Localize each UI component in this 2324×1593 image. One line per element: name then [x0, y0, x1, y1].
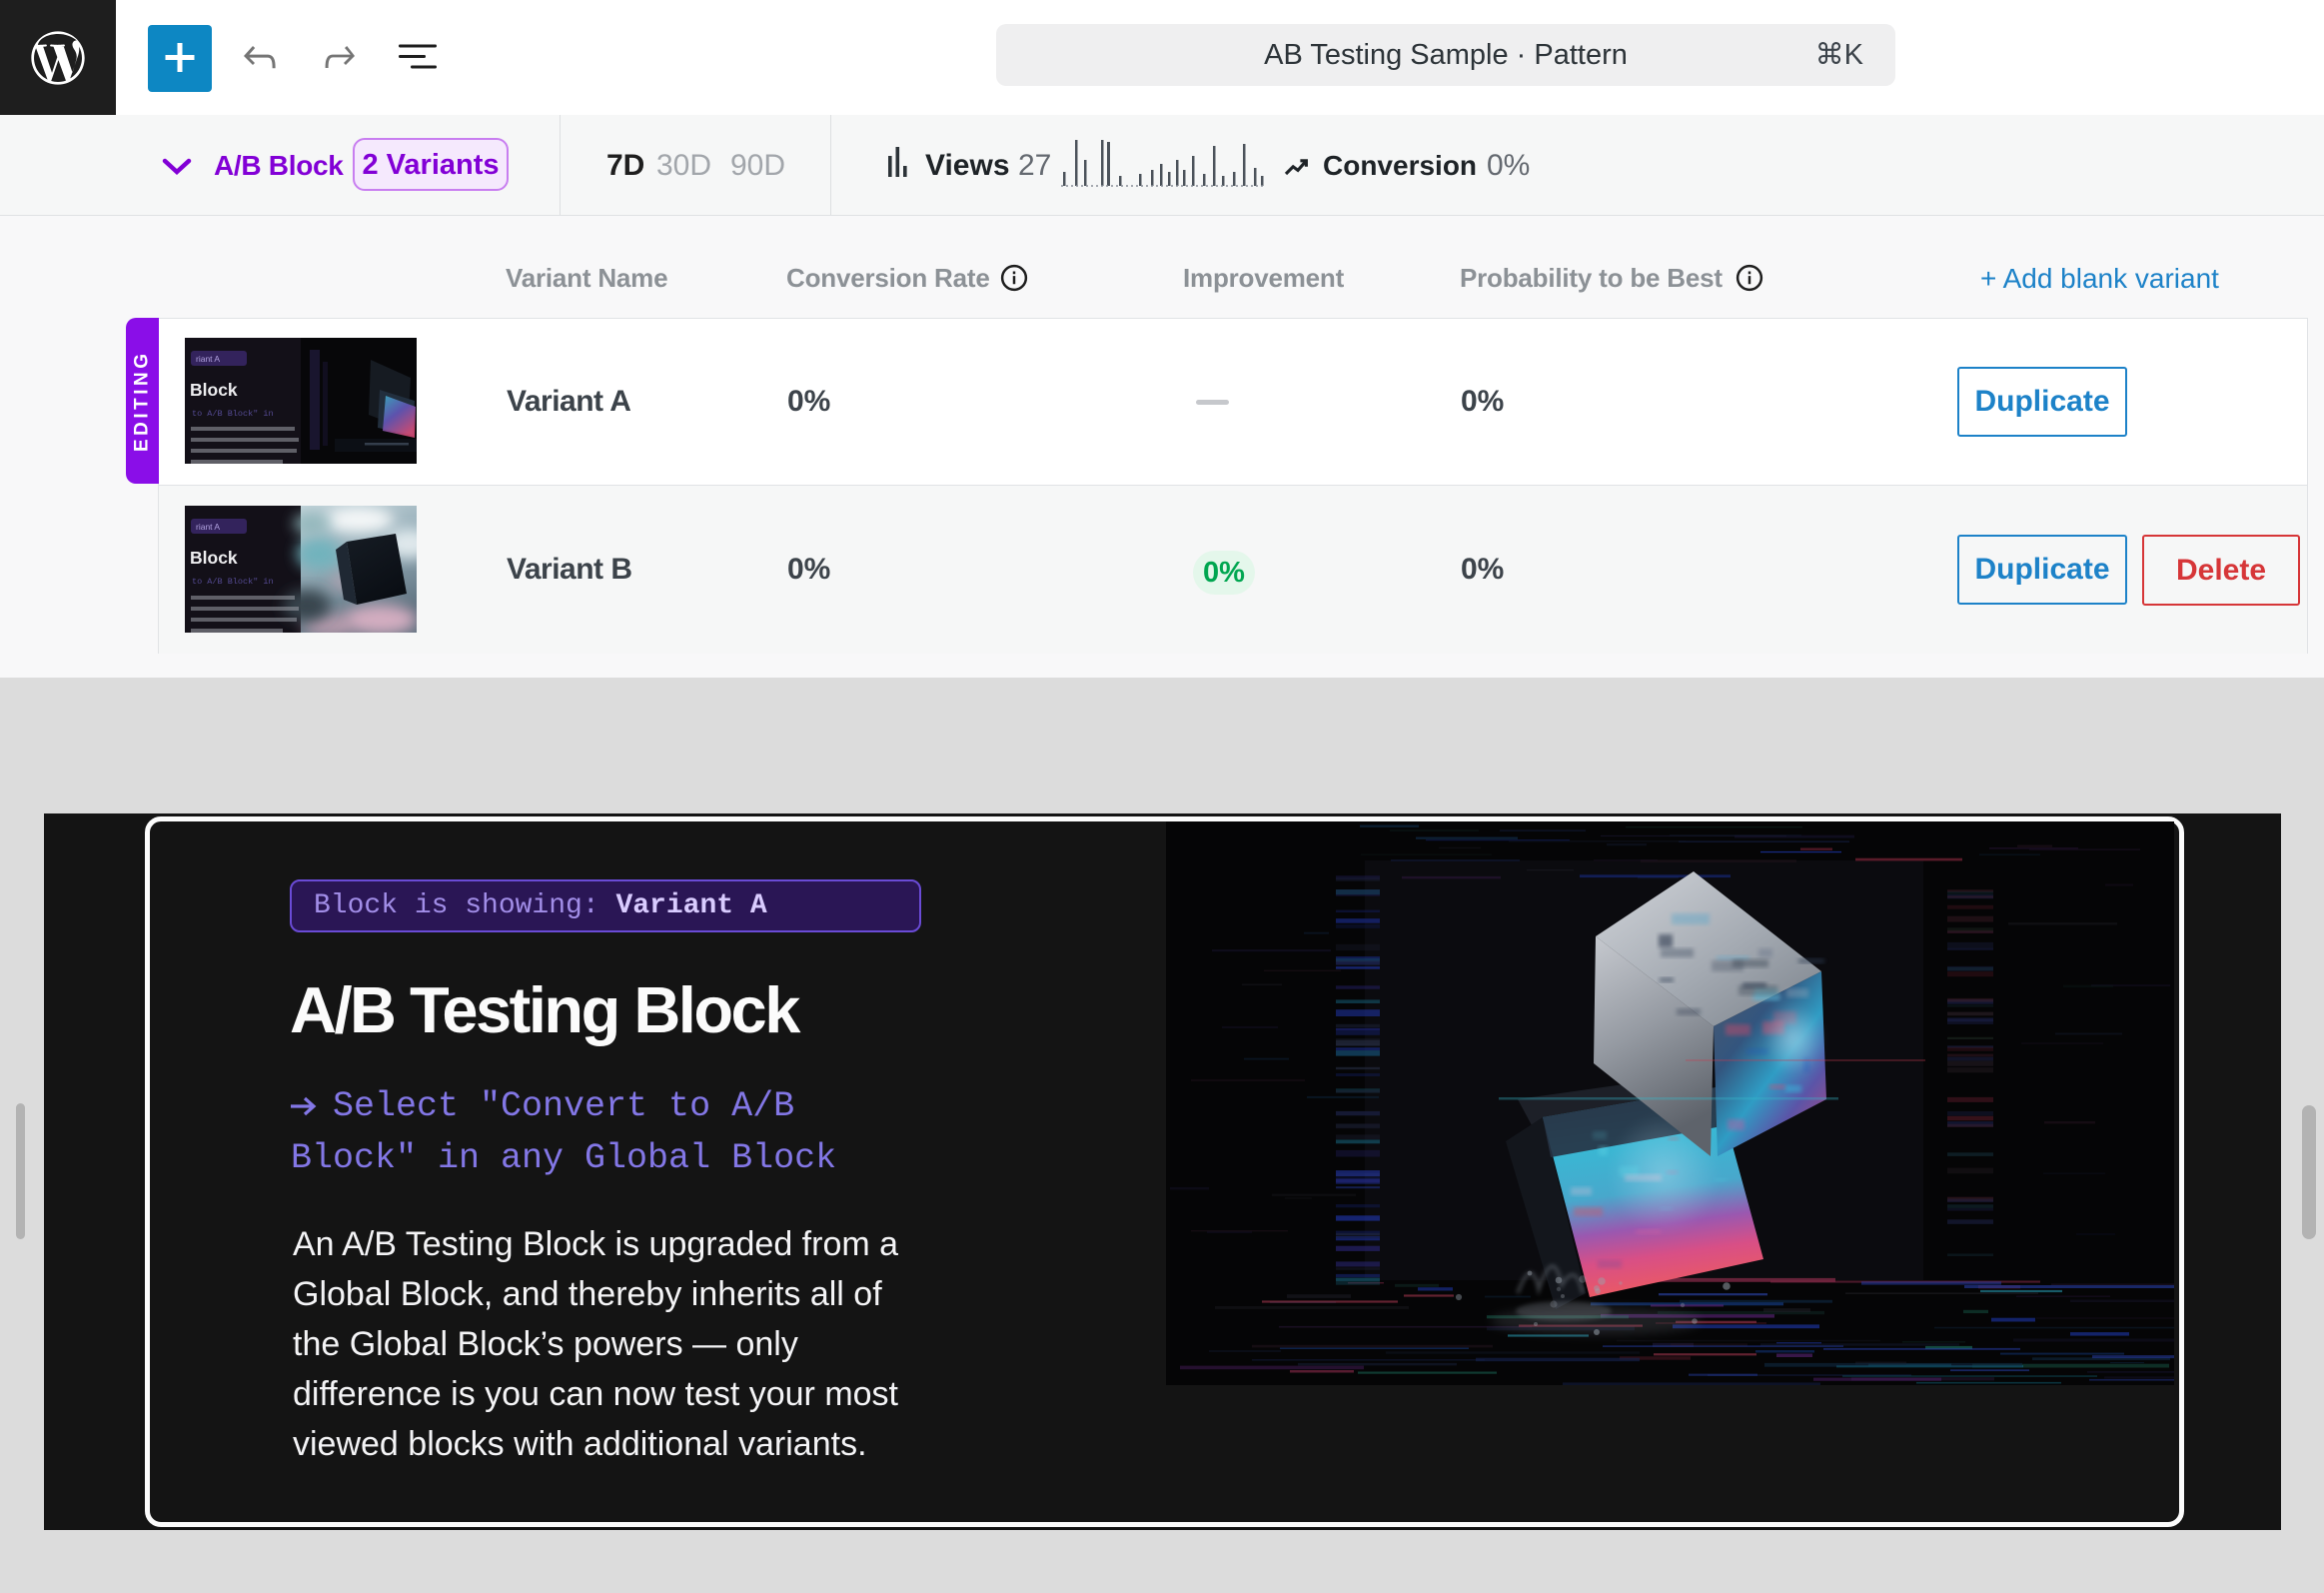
svg-text:riant A: riant A: [196, 522, 220, 532]
svg-text:riant A: riant A: [196, 354, 220, 364]
svg-text:Block: Block: [190, 548, 238, 568]
svg-text:Block: Block: [190, 380, 238, 400]
svg-text:to A/B Block" in: to A/B Block" in: [192, 577, 274, 587]
svg-text:to A/B Block" in: to A/B Block" in: [192, 409, 274, 419]
